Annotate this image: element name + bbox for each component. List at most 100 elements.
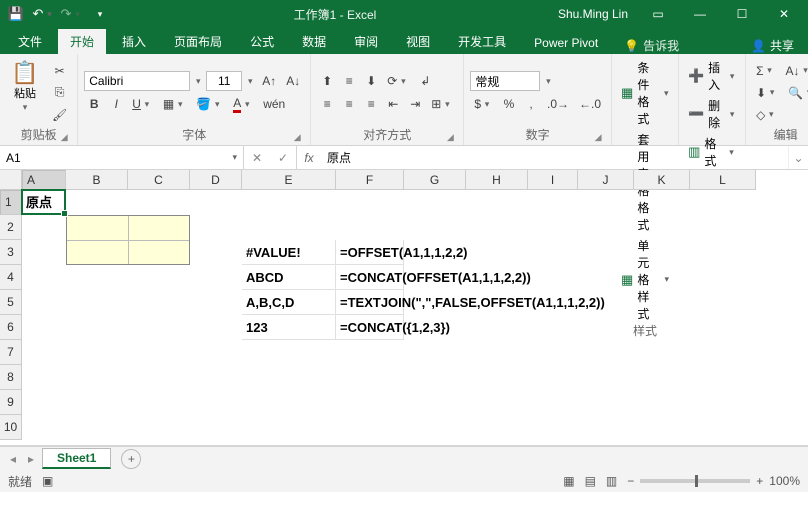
- font-name-select[interactable]: Calibri: [84, 71, 190, 91]
- conditional-format-button[interactable]: ▦条件格式▾: [618, 58, 672, 128]
- view-break-icon[interactable]: ▥: [606, 474, 617, 488]
- zoom-slider[interactable]: − + 100%: [627, 474, 800, 488]
- cell[interactable]: #VALUE!: [242, 240, 336, 265]
- dialog-launcher-icon[interactable]: ◢: [57, 129, 71, 143]
- tab-powerpivot[interactable]: Power Pivot: [522, 32, 610, 54]
- row-header[interactable]: 6: [0, 315, 22, 340]
- cell[interactable]: 原点: [22, 190, 66, 215]
- align-middle-icon[interactable]: ≡: [339, 71, 359, 91]
- row-header[interactable]: 3: [0, 240, 22, 265]
- align-bottom-icon[interactable]: ⬇: [361, 71, 381, 91]
- fill-color-icon[interactable]: 🪣▾: [192, 94, 227, 114]
- name-box[interactable]: A1▾: [0, 146, 244, 169]
- col-header[interactable]: A: [22, 170, 66, 190]
- user-name[interactable]: Shu.Ming Lin: [558, 7, 628, 21]
- font-color-icon[interactable]: A▾: [229, 94, 257, 114]
- col-header[interactable]: F: [336, 170, 404, 190]
- cell[interactable]: B: [128, 215, 190, 240]
- wrap-text-icon[interactable]: ↲: [415, 71, 435, 91]
- cell[interactable]: A,B,C,D: [242, 290, 336, 315]
- cell[interactable]: ABCD: [242, 265, 336, 290]
- zoom-level[interactable]: 100%: [769, 474, 800, 488]
- fx-icon[interactable]: fx: [297, 146, 321, 169]
- tab-review[interactable]: 审阅: [342, 29, 390, 54]
- cell[interactable]: D: [128, 240, 190, 265]
- tell-me[interactable]: 💡 告诉我: [624, 37, 679, 54]
- row-header[interactable]: 2: [0, 215, 22, 240]
- col-header[interactable]: C: [128, 170, 190, 190]
- delete-cells-button[interactable]: ➖删除▾: [685, 96, 739, 132]
- phonetic-icon[interactable]: wén: [259, 94, 289, 114]
- zoom-out-icon[interactable]: −: [627, 474, 634, 488]
- expand-formula-icon[interactable]: ⌄: [788, 146, 808, 169]
- fill-icon[interactable]: ⬇▾: [752, 83, 782, 103]
- cancel-formula-icon[interactable]: ✕: [244, 151, 270, 165]
- col-header[interactable]: K: [634, 170, 690, 190]
- italic-button[interactable]: I: [106, 94, 126, 114]
- paste-button[interactable]: 📋粘贴▾: [6, 58, 44, 127]
- tab-home[interactable]: 开始: [58, 29, 106, 54]
- spreadsheet-grid[interactable]: ABCDEFGHIJKL 12345678910 原点ABCD#VALUE!=O…: [0, 170, 808, 446]
- col-header[interactable]: D: [190, 170, 242, 190]
- sheet-tab[interactable]: Sheet1: [42, 448, 111, 469]
- tab-dev[interactable]: 开发工具: [446, 29, 518, 54]
- sort-filter-icon[interactable]: A↓▾: [782, 61, 808, 81]
- row-header[interactable]: 8: [0, 365, 22, 390]
- redo-icon[interactable]: ↷▾: [60, 2, 84, 26]
- orientation-icon[interactable]: ⟳▾: [383, 71, 413, 91]
- indent-dec-icon[interactable]: ⇤: [383, 94, 403, 114]
- cell[interactable]: =TEXTJOIN(",",FALSE,OFFSET(A1,1,1,2,2)): [336, 290, 404, 315]
- clear-icon[interactable]: ◇▾: [752, 105, 781, 125]
- percent-icon[interactable]: %: [499, 94, 519, 114]
- row-header[interactable]: 1: [0, 190, 22, 215]
- col-header[interactable]: E: [242, 170, 336, 190]
- dialog-launcher-icon[interactable]: ◢: [443, 129, 457, 143]
- insert-cells-button[interactable]: ➕插入▾: [685, 58, 739, 94]
- col-header[interactable]: J: [578, 170, 634, 190]
- tab-view[interactable]: 视图: [394, 29, 442, 54]
- maximize-icon[interactable]: ☐: [722, 0, 762, 28]
- font-size-select[interactable]: 11: [206, 71, 242, 91]
- view-layout-icon[interactable]: ▤: [585, 474, 596, 488]
- format-painter-icon[interactable]: 🖌: [48, 105, 71, 125]
- sheet-nav-last-icon[interactable]: ▸: [24, 452, 38, 466]
- qat-more-icon[interactable]: ▾: [88, 2, 112, 26]
- formula-bar[interactable]: 原点: [321, 146, 788, 169]
- col-header[interactable]: B: [66, 170, 128, 190]
- tab-file[interactable]: 文件: [6, 29, 54, 54]
- align-left-icon[interactable]: ≡: [317, 94, 337, 114]
- minimize-icon[interactable]: —: [680, 0, 720, 28]
- decimal-inc-icon[interactable]: .0→: [543, 94, 573, 114]
- indent-inc-icon[interactable]: ⇥: [405, 94, 425, 114]
- autosum-icon[interactable]: Σ▾: [752, 61, 779, 81]
- row-header[interactable]: 5: [0, 290, 22, 315]
- share-button[interactable]: 👤 共享: [743, 37, 802, 54]
- number-format-select[interactable]: 常规: [470, 71, 540, 91]
- undo-icon[interactable]: ↶▾: [32, 2, 56, 26]
- save-icon[interactable]: 💾: [4, 2, 28, 26]
- decimal-dec-icon[interactable]: ←.0: [575, 94, 605, 114]
- align-center-icon[interactable]: ≡: [339, 94, 359, 114]
- tab-layout[interactable]: 页面布局: [162, 29, 234, 54]
- col-header[interactable]: H: [466, 170, 528, 190]
- dialog-launcher-icon[interactable]: ◢: [591, 129, 605, 143]
- ribbon-options-icon[interactable]: ▭: [638, 0, 678, 28]
- accept-formula-icon[interactable]: ✓: [270, 151, 296, 165]
- underline-button[interactable]: U▾: [128, 94, 157, 114]
- bold-button[interactable]: B: [84, 94, 104, 114]
- cell[interactable]: =CONCAT({1,2,3}): [336, 315, 404, 340]
- comma-icon[interactable]: ,: [521, 94, 541, 114]
- align-top-icon[interactable]: ⬆: [317, 71, 337, 91]
- border-icon[interactable]: ▦▾: [159, 94, 190, 114]
- tab-insert[interactable]: 插入: [110, 29, 158, 54]
- select-all-corner[interactable]: [0, 170, 22, 190]
- cell[interactable]: =CONCAT(OFFSET(A1,1,1,2,2)): [336, 265, 404, 290]
- align-right-icon[interactable]: ≡: [361, 94, 381, 114]
- add-sheet-button[interactable]: +: [121, 449, 141, 469]
- cell[interactable]: A: [66, 215, 128, 240]
- row-header[interactable]: 7: [0, 340, 22, 365]
- col-header[interactable]: I: [528, 170, 578, 190]
- zoom-in-icon[interactable]: +: [756, 474, 763, 488]
- cut-icon[interactable]: ✂: [48, 61, 71, 81]
- sheet-nav-first-icon[interactable]: ◂: [6, 452, 20, 466]
